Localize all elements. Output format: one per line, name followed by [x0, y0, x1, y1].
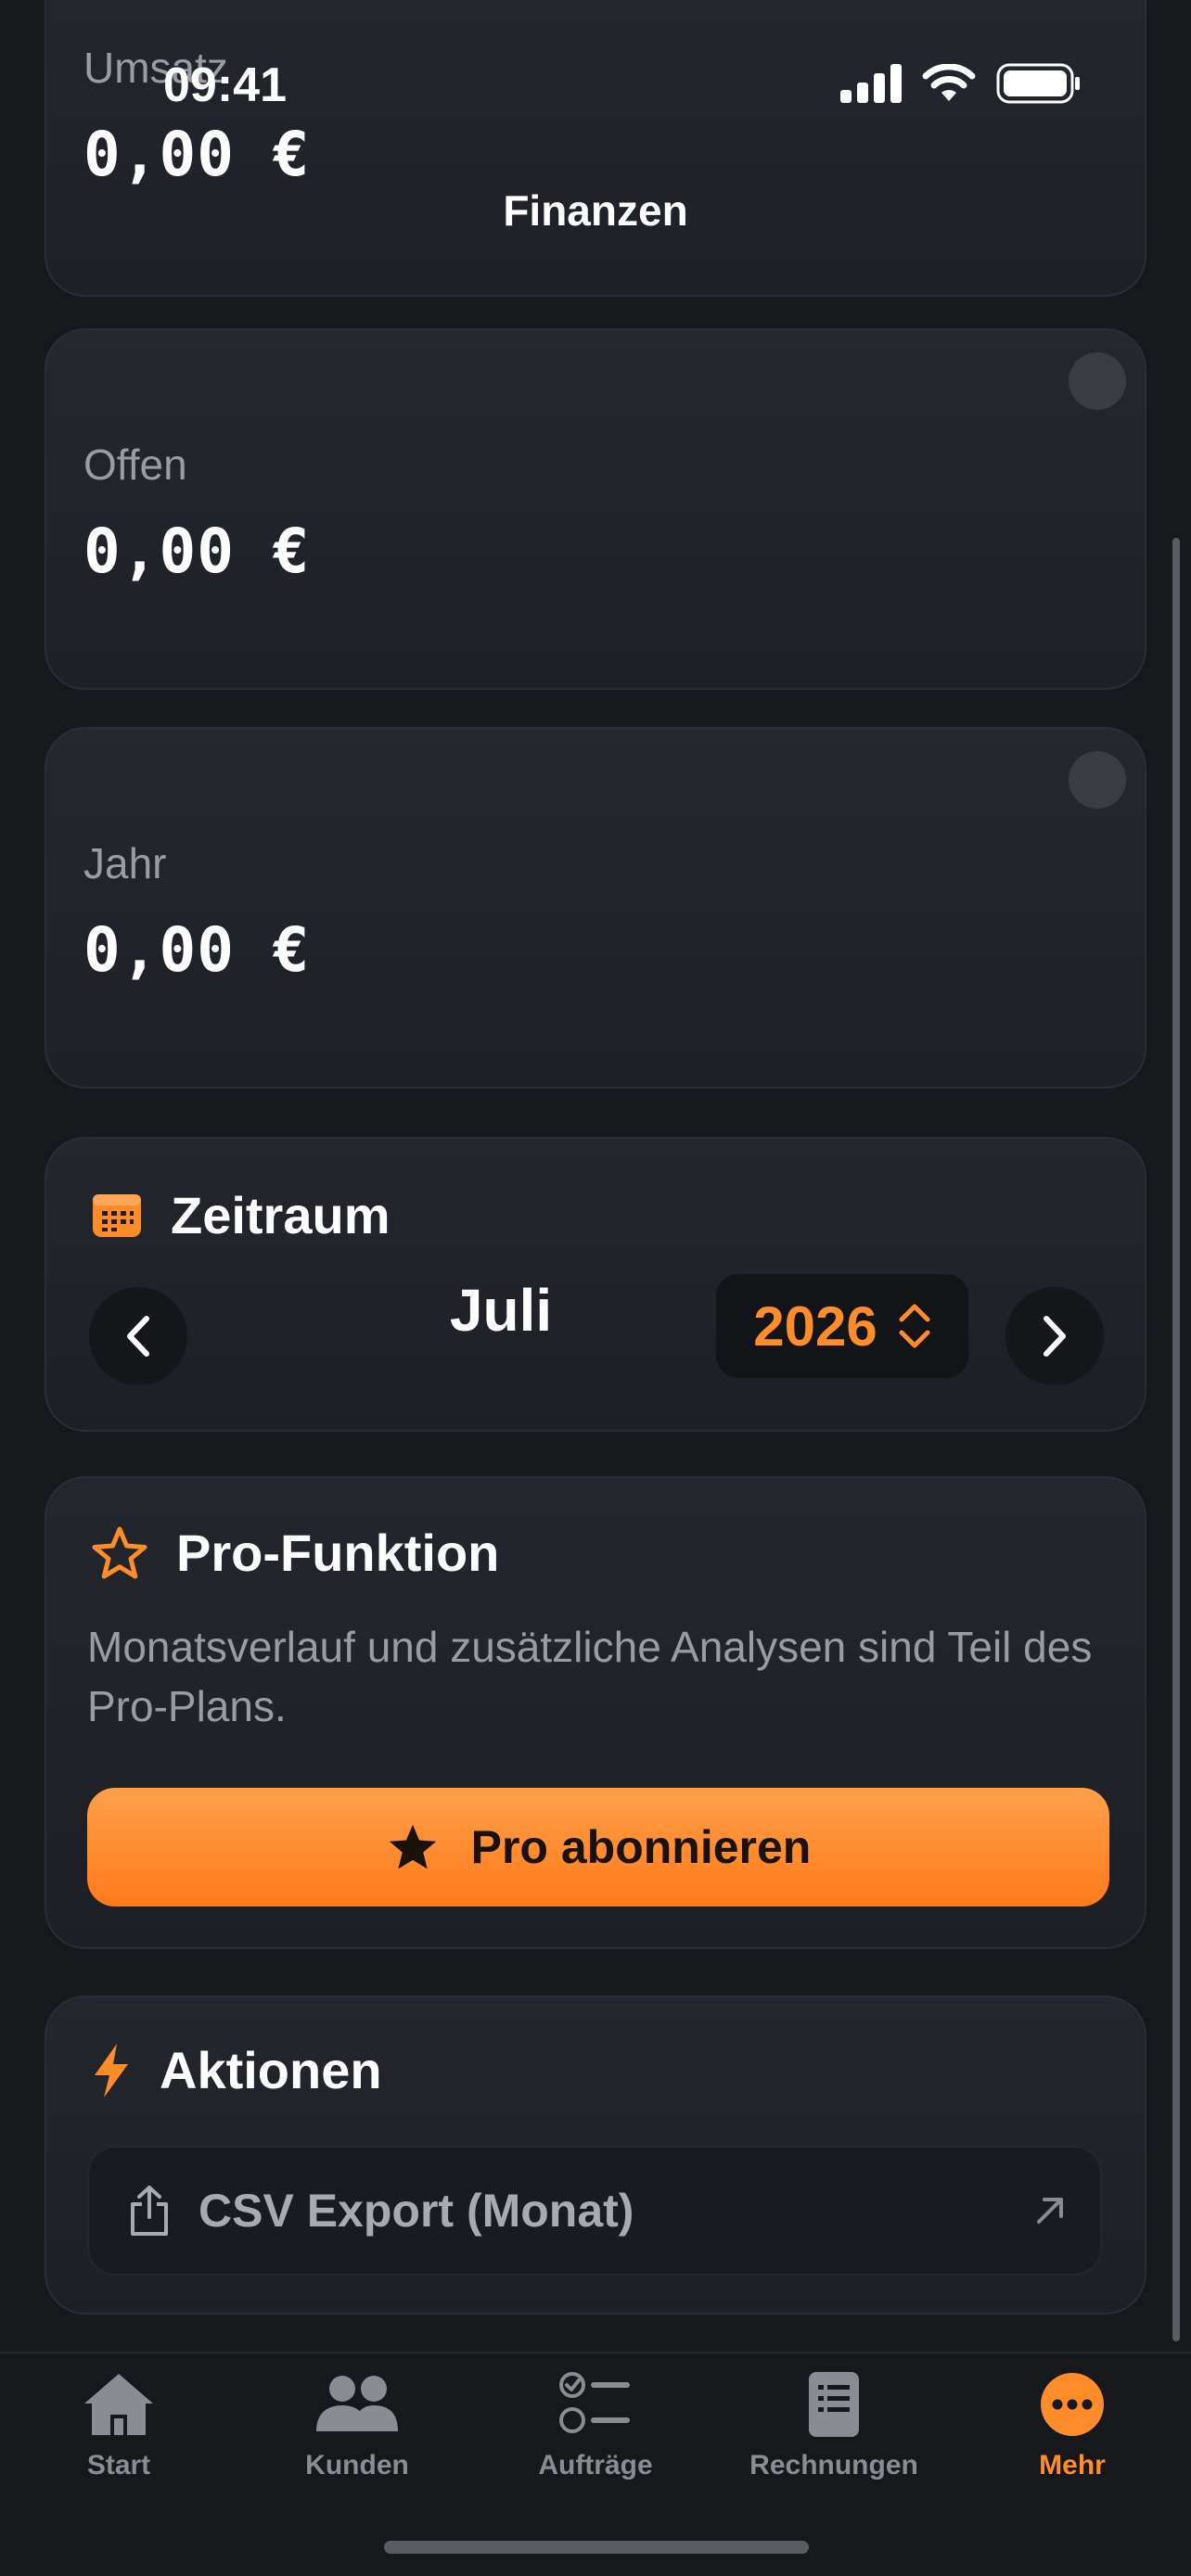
- battery-icon: [996, 63, 1080, 104]
- info-dot-icon[interactable]: [1069, 352, 1126, 410]
- csv-export-label: CSV Export (Monat): [198, 2185, 634, 2237]
- home-indicator: [384, 2541, 809, 2554]
- more-icon: [1041, 2373, 1104, 2436]
- document-icon: [809, 2372, 859, 2437]
- pro-header: Pro-Funktion: [91, 1523, 499, 1583]
- tab-mehr[interactable]: Mehr: [954, 2370, 1191, 2481]
- stat-value: 0,00 €: [83, 516, 311, 587]
- section-title: Aktionen: [160, 2041, 382, 2099]
- year-value: 2026: [753, 1294, 877, 1358]
- bolt-icon: [95, 2043, 128, 2098]
- wifi-icon: [922, 64, 976, 101]
- status-icons: [840, 63, 1082, 104]
- stat-card-open[interactable]: Offen 0,00 €: [45, 328, 1146, 690]
- year-picker[interactable]: 2026: [716, 1274, 968, 1378]
- status-time: 09:41: [163, 58, 287, 112]
- next-month-button[interactable]: [1005, 1287, 1104, 1385]
- pro-card: Pro-Funktion Monatsverlauf und zusätzlic…: [45, 1476, 1146, 1949]
- tab-auftraege[interactable]: Aufträge: [477, 2370, 714, 2481]
- share-icon: [131, 2186, 168, 2236]
- info-dot-icon[interactable]: [1069, 751, 1126, 809]
- stat-label: Offen: [83, 440, 187, 489]
- actions-card: Aktionen CSV Export (Monat): [45, 1996, 1146, 2315]
- prev-month-button[interactable]: [89, 1287, 187, 1385]
- tab-label: Start: [86, 2450, 151, 2480]
- tab-start[interactable]: Start: [0, 2370, 237, 2481]
- scrollbar[interactable]: [1172, 538, 1180, 2341]
- star-filled-icon: [389, 1824, 436, 1869]
- subscribe-pro-label: Pro abonnieren: [470, 1821, 812, 1873]
- finance-screen: Umsatz 0,00 € 09:41 Finanzen Offen 0,00 …: [0, 0, 1191, 2576]
- subscribe-pro-button[interactable]: Pro abonnieren: [87, 1788, 1109, 1906]
- csv-export-row[interactable]: CSV Export (Monat): [87, 2146, 1102, 2276]
- period-header: Zeitraum: [91, 1185, 391, 1245]
- tab-kunden[interactable]: Kunden: [238, 2370, 476, 2481]
- actions-header: Aktionen: [91, 2040, 382, 2100]
- arrow-up-right-icon: [1037, 2198, 1063, 2224]
- house-icon: [84, 2374, 153, 2435]
- month-label: Juli: [449, 1277, 553, 1344]
- tab-label: Rechnungen: [749, 2450, 918, 2480]
- chevron-right-icon: [1044, 1316, 1066, 1357]
- people-icon: [316, 2376, 398, 2431]
- period-card: Zeitraum Juli 2026: [45, 1137, 1146, 1432]
- chevron-left-icon: [127, 1316, 149, 1357]
- calendar-icon: [93, 1193, 141, 1237]
- chevron-updown-icon: [899, 1304, 930, 1348]
- section-title: Zeitraum: [171, 1186, 391, 1244]
- pro-description: Monatsverlauf und zusätzliche Analysen s…: [87, 1623, 1093, 1730]
- signal-icon: [840, 64, 902, 103]
- stat-value: 0,00 €: [83, 119, 311, 190]
- section-title: Pro-Funktion: [176, 1524, 500, 1582]
- stat-card-year[interactable]: Jahr 0,00 €: [45, 727, 1146, 1089]
- stat-card-revenue[interactable]: Umsatz 0,00 €: [45, 0, 1146, 297]
- tab-label: Aufträge: [538, 2450, 653, 2480]
- checklist-icon: [559, 2372, 630, 2433]
- page-title: Finanzen: [503, 186, 688, 235]
- tab-label: Kunden: [305, 2450, 409, 2480]
- star-outline-icon: [92, 1526, 147, 1578]
- tab-rechnungen[interactable]: Rechnungen: [715, 2370, 953, 2481]
- stat-label: Jahr: [83, 839, 167, 887]
- stat-value: 0,00 €: [83, 914, 311, 986]
- tab-label: Mehr: [1039, 2450, 1106, 2480]
